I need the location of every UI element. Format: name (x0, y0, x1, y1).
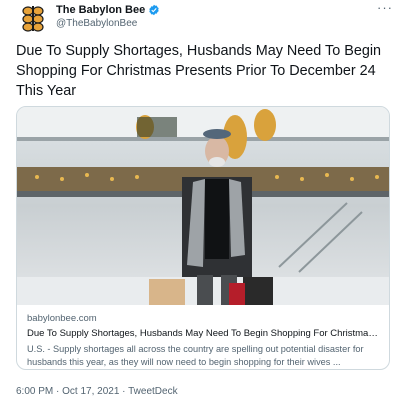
account-info: The Babylon Bee @TheBabylonBee (56, 2, 160, 29)
card-meta: babylonbee.com Due To Supply Shortages, … (27, 313, 382, 368)
display-name[interactable]: The Babylon Bee (56, 4, 145, 16)
avatar[interactable] (16, 1, 50, 35)
tweet-time[interactable]: 6:00 PM (16, 386, 53, 397)
card-title: Due To Supply Shortages, Husbands May Ne… (27, 328, 382, 339)
article-image (17, 107, 389, 305)
footer-separator: · (119, 386, 129, 397)
tweet-source[interactable]: TweetDeck (128, 386, 177, 397)
bee-logo-icon (22, 6, 44, 32)
footer-separator: · (53, 386, 63, 397)
handle[interactable]: @TheBabylonBee (56, 18, 160, 29)
tweet-text: Due To Supply Shortages, Husbands May Ne… (16, 43, 382, 99)
card-domain: babylonbee.com (27, 313, 97, 324)
card-description: U.S. - Supply shortages all across the c… (27, 344, 364, 367)
tweet-date[interactable]: Oct 17, 2021 (62, 386, 119, 397)
tweet-footer: 6:00 PM · Oct 17, 2021 · TweetDeck (16, 386, 178, 397)
tweet: The Babylon Bee @TheBabylonBee ··· Due T… (0, 0, 407, 409)
verified-badge-icon (149, 4, 159, 15)
more-options-icon[interactable]: ··· (377, 0, 393, 15)
link-card[interactable]: babylonbee.com Due To Supply Shortages, … (16, 106, 390, 370)
